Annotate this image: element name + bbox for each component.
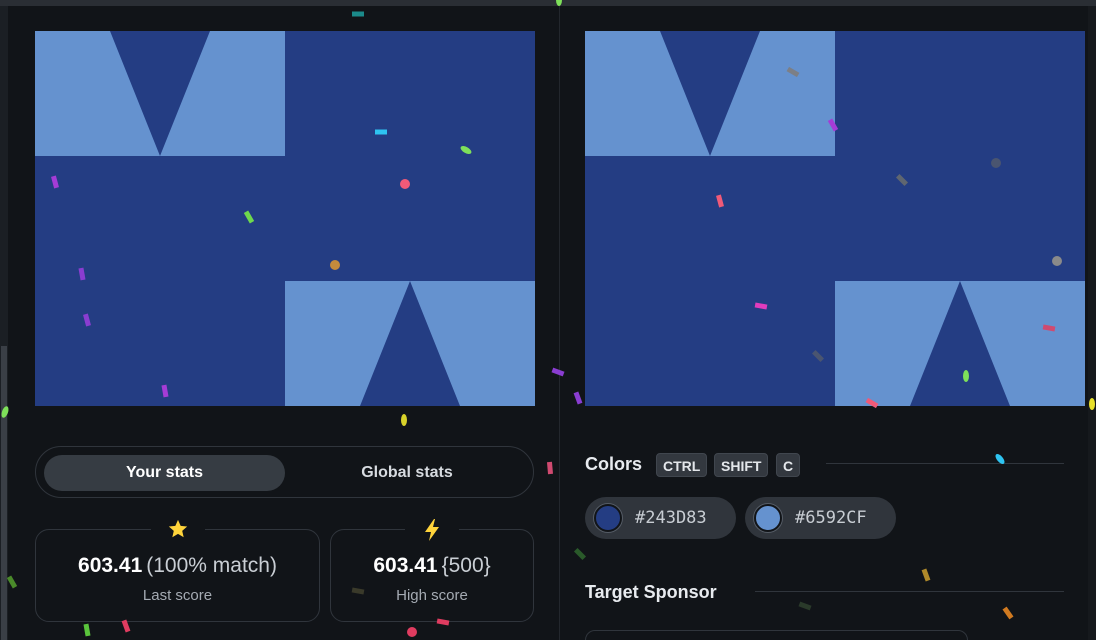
global-stats-tab[interactable]: Global stats: [289, 455, 525, 491]
color-hex-light: #6592CF: [795, 508, 867, 528]
high-score-badge: [405, 516, 459, 544]
high-score-value-row: 603.41 {500}: [331, 554, 533, 578]
color-swatch-dark[interactable]: #243D83: [585, 497, 736, 539]
your-shape-svg: [35, 31, 535, 406]
target-shape-svg: [585, 31, 1085, 406]
confetti-piece: [401, 414, 407, 426]
shortcut-key-shift: SHIFT: [714, 453, 769, 477]
star-icon: [168, 519, 187, 538]
colors-heading-rule: [826, 463, 1064, 464]
confetti-piece: [407, 627, 417, 637]
left-scrollbar[interactable]: [0, 6, 8, 640]
stats-toggle: Your stats Global stats: [35, 446, 534, 498]
last-score-label: Last score: [142, 587, 213, 604]
shortcut-key-c: C: [776, 453, 801, 477]
left-scrollbar-thumb[interactable]: [1, 346, 7, 640]
confetti-piece: [921, 568, 931, 582]
confetti-piece: [6, 575, 18, 589]
your-shape-canvas[interactable]: [35, 31, 535, 406]
sponsor-heading-rule: [755, 591, 1064, 592]
confetti-piece: [798, 601, 812, 611]
confetti-piece: [83, 623, 91, 637]
color-swatch-light[interactable]: #6592CF: [745, 497, 896, 539]
high-score-card: 603.41 {500} High score: [330, 516, 534, 622]
confetti-piece: [551, 367, 565, 377]
color-dot-dark: [594, 504, 622, 532]
your-stats-tab[interactable]: Your stats: [44, 455, 285, 491]
panel-divider: [559, 6, 560, 640]
lightning-icon: [425, 519, 439, 541]
target-sponsor-heading: Target Sponsor: [585, 582, 717, 602]
high-score-label: High score: [396, 587, 468, 604]
last-score-match: (100% match): [146, 554, 277, 577]
confetti-piece: [573, 391, 583, 405]
confetti-piece: [573, 547, 587, 561]
high-score-value: 603.41: [373, 554, 438, 577]
confetti-piece: [1002, 606, 1014, 620]
window-top-bar: [0, 0, 1096, 6]
sponsor-box: [585, 630, 968, 640]
right-scrollbar[interactable]: [1088, 6, 1096, 640]
last-score-value: 603.41: [78, 554, 143, 577]
last-score-badge: [150, 516, 205, 544]
high-score-bonus: {500}: [441, 554, 491, 577]
confetti-piece: [546, 461, 554, 475]
shortcut-key-ctrl: CTRL: [656, 453, 708, 477]
colors-heading: Colors: [585, 454, 643, 474]
last-score-card: 603.41 (100% match) Last score: [35, 516, 320, 622]
color-dot-light: [754, 504, 782, 532]
confetti-piece: [352, 11, 364, 17]
color-hex-dark: #243D83: [635, 508, 707, 528]
target-shape-canvas: [585, 31, 1085, 406]
last-score-value-row: 603.41 (100% match): [36, 554, 319, 578]
